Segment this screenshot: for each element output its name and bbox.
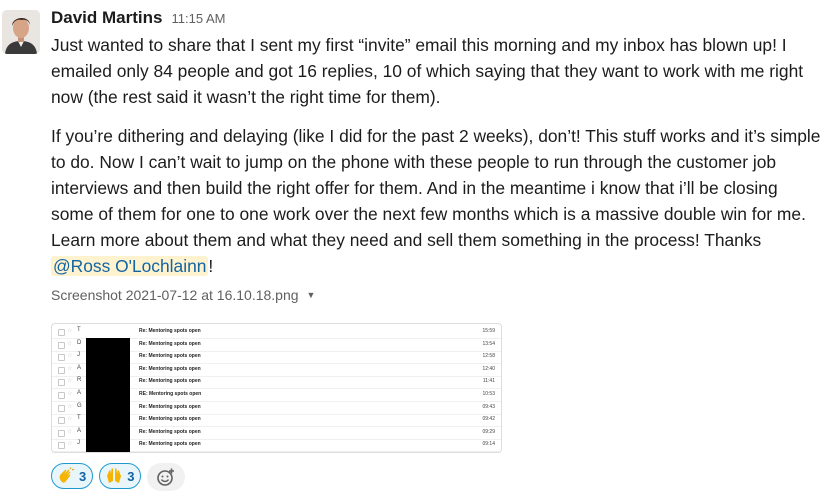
star-icon: ☆: [67, 428, 73, 435]
message-timestamp[interactable]: 11:15 AM: [171, 11, 225, 26]
email-subject: Re: Mentoring spots open: [139, 353, 201, 360]
email-subject: Re: Mentoring spots open: [139, 340, 201, 347]
email-subject: Re: Mentoring spots open: [139, 441, 201, 448]
message-trailing-punct: !: [208, 256, 214, 276]
checkbox-icon: [58, 429, 65, 437]
sender-initial: T: [77, 327, 81, 333]
sender-initial: A: [77, 364, 82, 371]
email-time: 13:54: [482, 340, 495, 347]
sender-initial: D: [77, 339, 82, 346]
raised-hands-emoji-icon: [105, 467, 123, 485]
email-time: 10:53: [482, 391, 495, 397]
checkbox-icon: [58, 417, 65, 425]
sender-initial: A: [77, 427, 82, 434]
checkbox-icon: [58, 442, 65, 450]
attachment-meta: Screenshot 2021-07-12 at 16.10.18.png ▼: [51, 285, 821, 305]
star-icon: ☆: [67, 391, 73, 397]
sender-initial: G: [77, 402, 82, 409]
user-mention[interactable]: @Ross O'Lochlainn: [51, 256, 209, 276]
message-header: David Martins 11:15 AM: [51, 8, 821, 32]
reaction-count: 3: [79, 468, 87, 484]
star-icon: ☆: [67, 328, 73, 334]
email-time: 09:14: [482, 441, 495, 448]
message-paragraph-1: Just wanted to share that I sent my firs…: [51, 35, 804, 107]
email-time: 09:42: [482, 416, 495, 423]
email-subject: RE: Mentoring spots open: [139, 391, 202, 397]
checkbox-icon: [58, 392, 65, 399]
star-icon: ☆: [67, 340, 73, 347]
reaction-count: 3: [127, 468, 135, 484]
sender-initial: T: [77, 415, 81, 422]
star-icon: ☆: [67, 403, 73, 410]
redaction-bar: [86, 338, 130, 452]
checkbox-icon: [58, 354, 65, 362]
email-time: 09:43: [482, 403, 495, 410]
email-subject: Re: Mentoring spots open: [139, 365, 201, 372]
attachment-filename[interactable]: Screenshot 2021-07-12 at 16.10.18.png: [51, 287, 299, 303]
reaction-raised-hands[interactable]: 3: [99, 463, 142, 489]
checkbox-icon: [58, 329, 65, 336]
chevron-down-icon[interactable]: ▼: [307, 290, 316, 300]
email-time: 12:40: [482, 365, 495, 372]
clap-emoji-icon: [57, 467, 75, 485]
email-subject: Re: Mentoring spots open: [139, 378, 201, 385]
email-time: 15:59: [482, 328, 495, 334]
sender-initial: J: [77, 352, 80, 359]
email-time: 09:29: [482, 428, 495, 435]
checkbox-icon: [58, 404, 65, 412]
reaction-clap[interactable]: 3: [51, 463, 94, 489]
avatar[interactable]: [2, 10, 40, 54]
email-subject: Re: Mentoring spots open: [139, 428, 201, 435]
star-icon: ☆: [67, 365, 73, 372]
star-icon: ☆: [67, 353, 73, 360]
checkbox-icon: [58, 341, 65, 349]
avatar-image: [2, 10, 40, 54]
add-reaction-button[interactable]: [147, 463, 186, 491]
email-time: 11:41: [482, 378, 495, 385]
message-paragraph-2: If you’re dithering and delaying (like I…: [51, 123, 821, 279]
star-icon: ☆: [67, 416, 73, 423]
star-icon: ☆: [67, 441, 73, 448]
reactions-bar: 3 3: [51, 463, 186, 491]
sender-initial: J: [77, 440, 80, 447]
email-subject: Re: Mentoring spots open: [139, 403, 201, 410]
email-subject: Re: Mentoring spots open: [139, 328, 201, 334]
author-name[interactable]: David Martins: [51, 8, 162, 28]
sender-initial: R: [77, 377, 82, 384]
add-emoji-icon: [157, 468, 175, 486]
checkbox-icon: [58, 379, 65, 387]
email-time: 12:58: [482, 353, 495, 360]
message-paragraph-2-text: If you’re dithering and delaying (like I…: [51, 126, 821, 250]
checkbox-icon: [58, 366, 65, 374]
email-subject: Re: Mentoring spots open: [139, 416, 201, 423]
attachment-thumbnail[interactable]: ☆ T Re: Mentoring spots open 15:59 ☆ D Re: Men…: [51, 323, 502, 453]
sender-initial: A: [77, 390, 82, 396]
star-icon: ☆: [67, 378, 73, 385]
